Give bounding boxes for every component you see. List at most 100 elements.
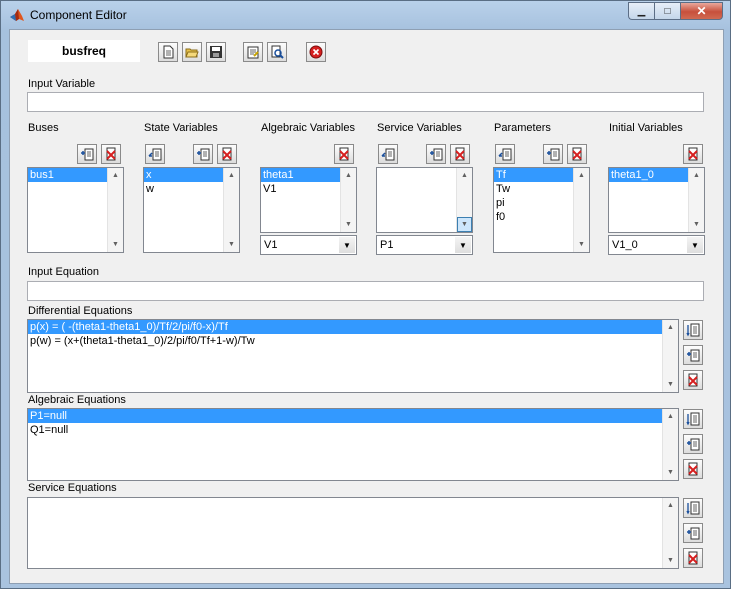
insert-item-icon: [381, 148, 395, 161]
scroll-up-icon[interactable]: ▲: [108, 168, 123, 183]
list-item[interactable]: Tf: [494, 168, 574, 182]
state-variables-list[interactable]: x w ▲ ▼: [143, 167, 240, 253]
vertical-scrollbar[interactable]: ▲ ▼: [662, 320, 678, 392]
service-delete-button[interactable]: [450, 144, 470, 164]
service-insert-button[interactable]: [378, 144, 398, 164]
algebraic-equations-list[interactable]: P1=null Q1=null ▲ ▼: [27, 408, 679, 481]
add-item-icon: [81, 148, 94, 161]
differential-insert-button[interactable]: [683, 320, 703, 340]
differential-add-button[interactable]: [683, 345, 703, 365]
vertical-scrollbar[interactable]: ▲ ▼: [107, 168, 123, 252]
service-eq-add-button[interactable]: [683, 523, 703, 543]
scroll-up-icon[interactable]: ▲: [457, 168, 472, 183]
scroll-up-icon[interactable]: ▲: [663, 320, 678, 335]
scroll-down-icon[interactable]: ▼: [663, 377, 678, 392]
chevron-down-icon[interactable]: ▼: [455, 237, 471, 253]
initial-variables-label: Initial Variables: [609, 122, 683, 134]
new-file-button[interactable]: [158, 42, 178, 62]
service-eq-insert-button[interactable]: [683, 498, 703, 518]
dropdown-value: P1: [380, 239, 394, 251]
algebraic-variables-dropdown[interactable]: V1 ▼: [260, 235, 357, 255]
insert-item-icon: [148, 148, 162, 161]
close-window-button[interactable]: ✕: [680, 2, 723, 20]
initial-delete-button[interactable]: [683, 144, 703, 164]
scroll-up-icon[interactable]: ▲: [689, 168, 704, 183]
save-button[interactable]: [206, 42, 226, 62]
window-title: Component Editor: [30, 8, 127, 22]
list-item[interactable]: P1=null: [28, 409, 663, 423]
scroll-down-icon[interactable]: ▼: [663, 465, 678, 480]
input-equation-field[interactable]: [27, 281, 704, 301]
algebraic-eq-delete-button[interactable]: [683, 459, 703, 479]
list-item[interactable]: x: [144, 168, 224, 182]
insert-equation-icon: [686, 323, 700, 337]
scroll-up-icon[interactable]: ▲: [574, 168, 589, 183]
scroll-down-icon[interactable]: ▼: [663, 553, 678, 568]
parameters-add-button[interactable]: [543, 144, 563, 164]
scroll-down-icon[interactable]: ▼: [457, 217, 472, 232]
initial-variables-dropdown[interactable]: V1_0 ▼: [608, 235, 705, 255]
service-add-button[interactable]: [426, 144, 446, 164]
list-item[interactable]: bus1: [28, 168, 108, 182]
state-delete-button[interactable]: [217, 144, 237, 164]
vertical-scrollbar[interactable]: ▲ ▼: [456, 168, 472, 232]
list-item[interactable]: Q1=null: [28, 423, 678, 437]
vertical-scrollbar[interactable]: ▲ ▼: [662, 409, 678, 480]
differential-equations-list[interactable]: p(x) = ( -(theta1-theta1_0)/Tf/2/pi/f0-x…: [27, 319, 679, 393]
list-item[interactable]: theta1: [261, 168, 341, 182]
preview-button[interactable]: [267, 42, 287, 62]
close-icon: ✕: [696, 4, 707, 18]
folder-open-icon: [185, 48, 199, 58]
algebraic-delete-button[interactable]: [334, 144, 354, 164]
delete-item-icon: [688, 373, 698, 387]
state-variables-label: State Variables: [144, 122, 218, 134]
chevron-down-icon[interactable]: ▼: [339, 237, 355, 253]
buses-add-button[interactable]: [77, 144, 97, 164]
scroll-down-icon[interactable]: ▼: [108, 237, 123, 252]
buses-list[interactable]: bus1 ▲ ▼: [27, 167, 124, 253]
close-editor-button[interactable]: [306, 42, 326, 62]
scroll-up-icon[interactable]: ▲: [224, 168, 239, 183]
insert-equation-icon: [686, 412, 700, 426]
delete-item-icon: [688, 551, 698, 565]
state-insert-button[interactable]: [145, 144, 165, 164]
chevron-down-icon[interactable]: ▼: [687, 237, 703, 253]
open-file-button[interactable]: [182, 42, 202, 62]
vertical-scrollbar[interactable]: ▲ ▼: [573, 168, 589, 252]
title-bar[interactable]: Component Editor ▁ □ ✕: [1, 1, 730, 28]
parameters-delete-button[interactable]: [567, 144, 587, 164]
list-item[interactable]: p(w) = (x+(theta1-theta1_0)/2/pi/f0/Tf+1…: [28, 334, 678, 348]
differential-delete-button[interactable]: [683, 370, 703, 390]
scroll-up-icon[interactable]: ▲: [663, 409, 678, 424]
scroll-down-icon[interactable]: ▼: [689, 217, 704, 232]
maximize-button[interactable]: □: [654, 2, 680, 20]
service-equations-list[interactable]: ▲ ▼: [27, 497, 679, 569]
service-variables-dropdown[interactable]: P1 ▼: [376, 235, 473, 255]
initial-variables-list[interactable]: theta1_0 ▲ ▼: [608, 167, 705, 233]
algebraic-variables-list[interactable]: theta1 V1 ▲ ▼: [260, 167, 357, 233]
edit-text-button[interactable]: [243, 42, 263, 62]
scroll-up-icon[interactable]: ▲: [663, 498, 678, 513]
list-item[interactable]: theta1_0: [609, 168, 689, 182]
vertical-scrollbar[interactable]: ▲ ▼: [223, 168, 239, 252]
scroll-down-icon[interactable]: ▼: [341, 217, 356, 232]
input-variable-field[interactable]: [27, 92, 704, 112]
minimize-icon: ▁: [637, 5, 646, 17]
parameters-insert-button[interactable]: [495, 144, 515, 164]
add-item-icon: [547, 148, 560, 161]
service-variables-list[interactable]: ▲ ▼: [376, 167, 473, 233]
algebraic-add-button[interactable]: [683, 434, 703, 454]
vertical-scrollbar[interactable]: ▲ ▼: [662, 498, 678, 568]
algebraic-insert-button[interactable]: [683, 409, 703, 429]
service-eq-delete-button[interactable]: [683, 548, 703, 568]
scroll-down-icon[interactable]: ▼: [224, 237, 239, 252]
buses-delete-button[interactable]: [101, 144, 121, 164]
parameters-list[interactable]: Tf Tw pi f0 ▲ ▼: [493, 167, 590, 253]
vertical-scrollbar[interactable]: ▲ ▼: [340, 168, 356, 232]
minimize-button[interactable]: ▁: [628, 2, 654, 20]
state-add-button[interactable]: [193, 144, 213, 164]
list-item[interactable]: p(x) = ( -(theta1-theta1_0)/Tf/2/pi/f0-x…: [28, 320, 663, 334]
scroll-up-icon[interactable]: ▲: [341, 168, 356, 183]
scroll-down-icon[interactable]: ▼: [574, 237, 589, 252]
vertical-scrollbar[interactable]: ▲ ▼: [688, 168, 704, 232]
